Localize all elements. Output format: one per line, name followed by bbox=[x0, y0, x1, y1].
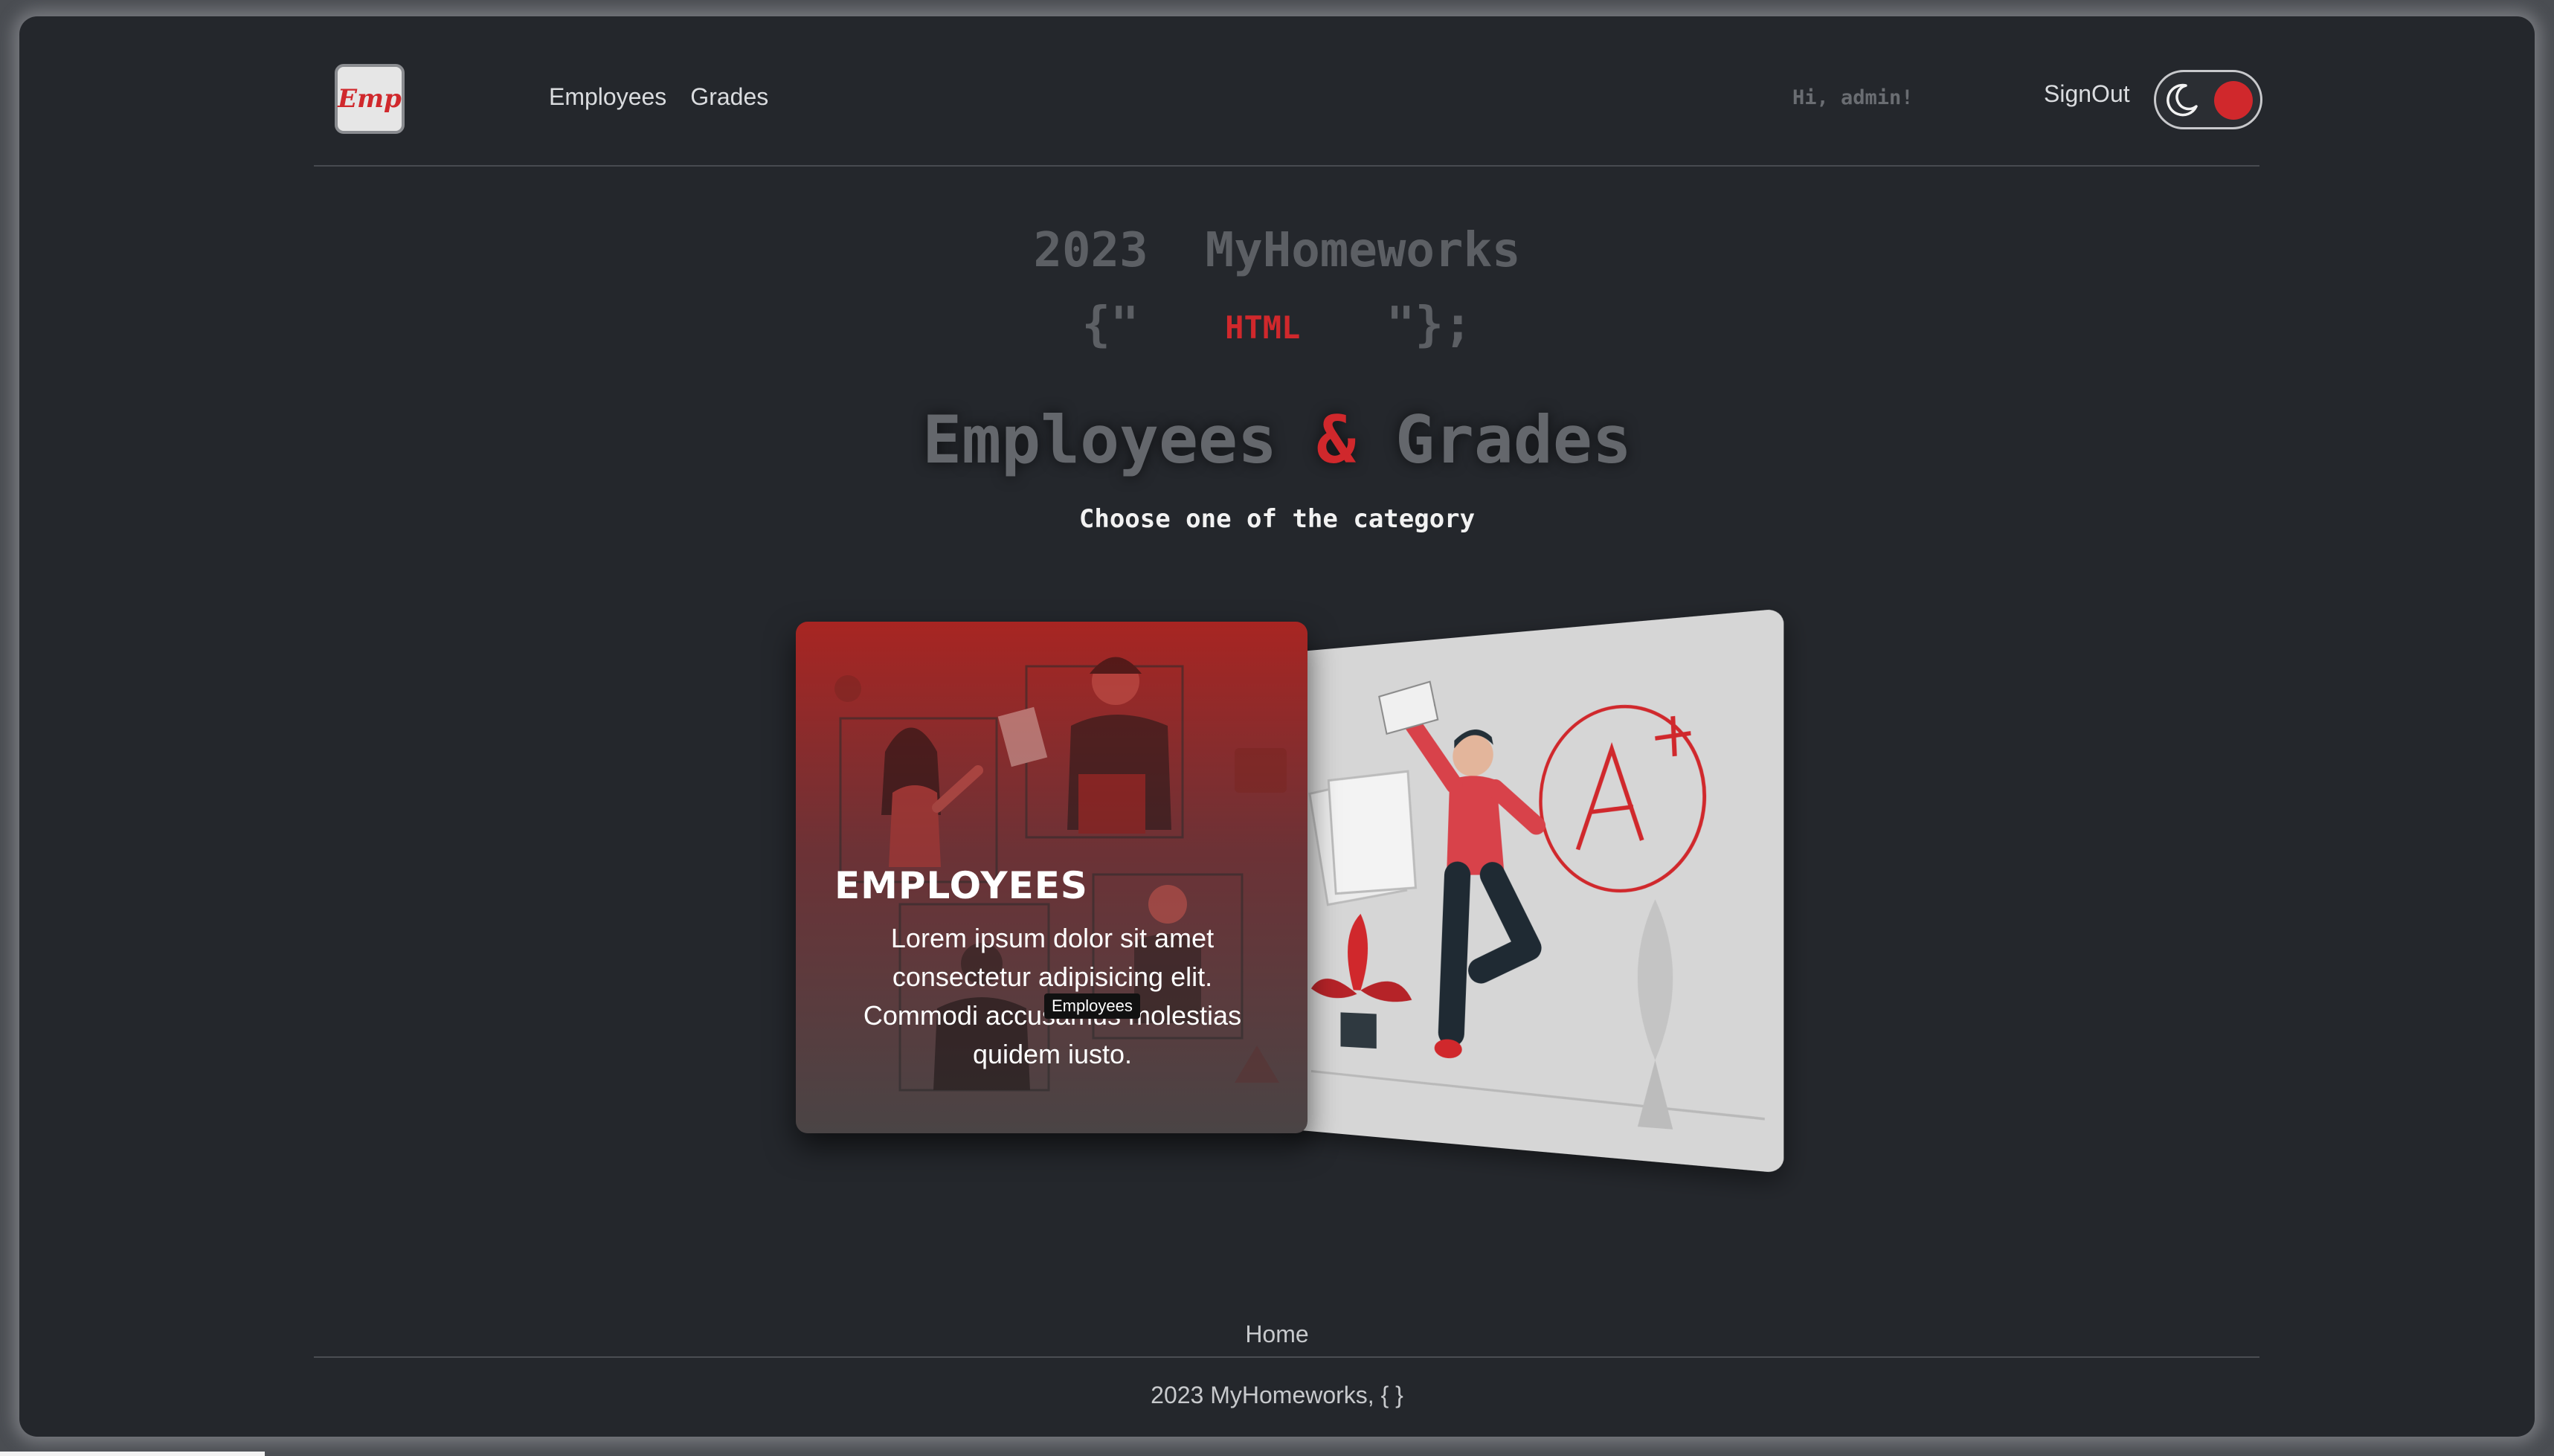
header-divider bbox=[314, 165, 2259, 167]
nav-link-employees[interactable]: Employees bbox=[549, 83, 666, 111]
title-employees: Employees bbox=[922, 402, 1277, 478]
scrollbar-strip bbox=[0, 1452, 265, 1456]
header: Emp Employees Grades Hi, admin! SignOut bbox=[314, 46, 2259, 165]
code-open: {" bbox=[1082, 297, 1139, 352]
footer-home-link[interactable]: Home bbox=[19, 1321, 2535, 1348]
grade-a-plus-illustration bbox=[1284, 608, 1783, 1173]
grades-card[interactable] bbox=[1284, 608, 1783, 1173]
moon-icon bbox=[2164, 81, 2201, 118]
employees-card[interactable]: EMPLOYEES Lorem ipsum dolor sit amet con… bbox=[796, 622, 1307, 1133]
hero-year: 2023 bbox=[1033, 223, 1148, 278]
toggle-knob bbox=[2214, 81, 2253, 120]
theme-toggle[interactable] bbox=[2154, 70, 2262, 129]
user-greeting: Hi, admin! bbox=[1792, 86, 1914, 109]
nav-link-grades[interactable]: Grades bbox=[690, 83, 768, 111]
footer-copyright: 2023 MyHomeworks, { } bbox=[19, 1382, 2535, 1409]
hero-brand-line: 2023 MyHomeworks bbox=[19, 223, 2535, 278]
hero-brand: MyHomeworks bbox=[1206, 223, 1521, 278]
title-grades: Grades bbox=[1395, 402, 1632, 478]
hero-language: HTML bbox=[1225, 309, 1300, 346]
page-subtitle: Choose one of the category bbox=[19, 504, 2535, 534]
app-window: Emp Employees Grades Hi, admin! SignOut … bbox=[19, 16, 2535, 1437]
employees-card-title: EMPLOYEES bbox=[834, 864, 1088, 907]
signout-link[interactable]: SignOut bbox=[2044, 80, 2130, 108]
tooltip: Employees bbox=[1044, 993, 1140, 1019]
page-title: Employees & Grades bbox=[19, 402, 2535, 478]
main-nav: Employees Grades bbox=[549, 83, 768, 111]
code-close: "}; bbox=[1386, 297, 1473, 352]
footer-divider bbox=[314, 1356, 2259, 1358]
title-ampersand: & bbox=[1316, 402, 1356, 478]
logo[interactable]: Emp bbox=[335, 64, 405, 134]
hero-code-line: {" HTML "}; bbox=[19, 297, 2535, 352]
